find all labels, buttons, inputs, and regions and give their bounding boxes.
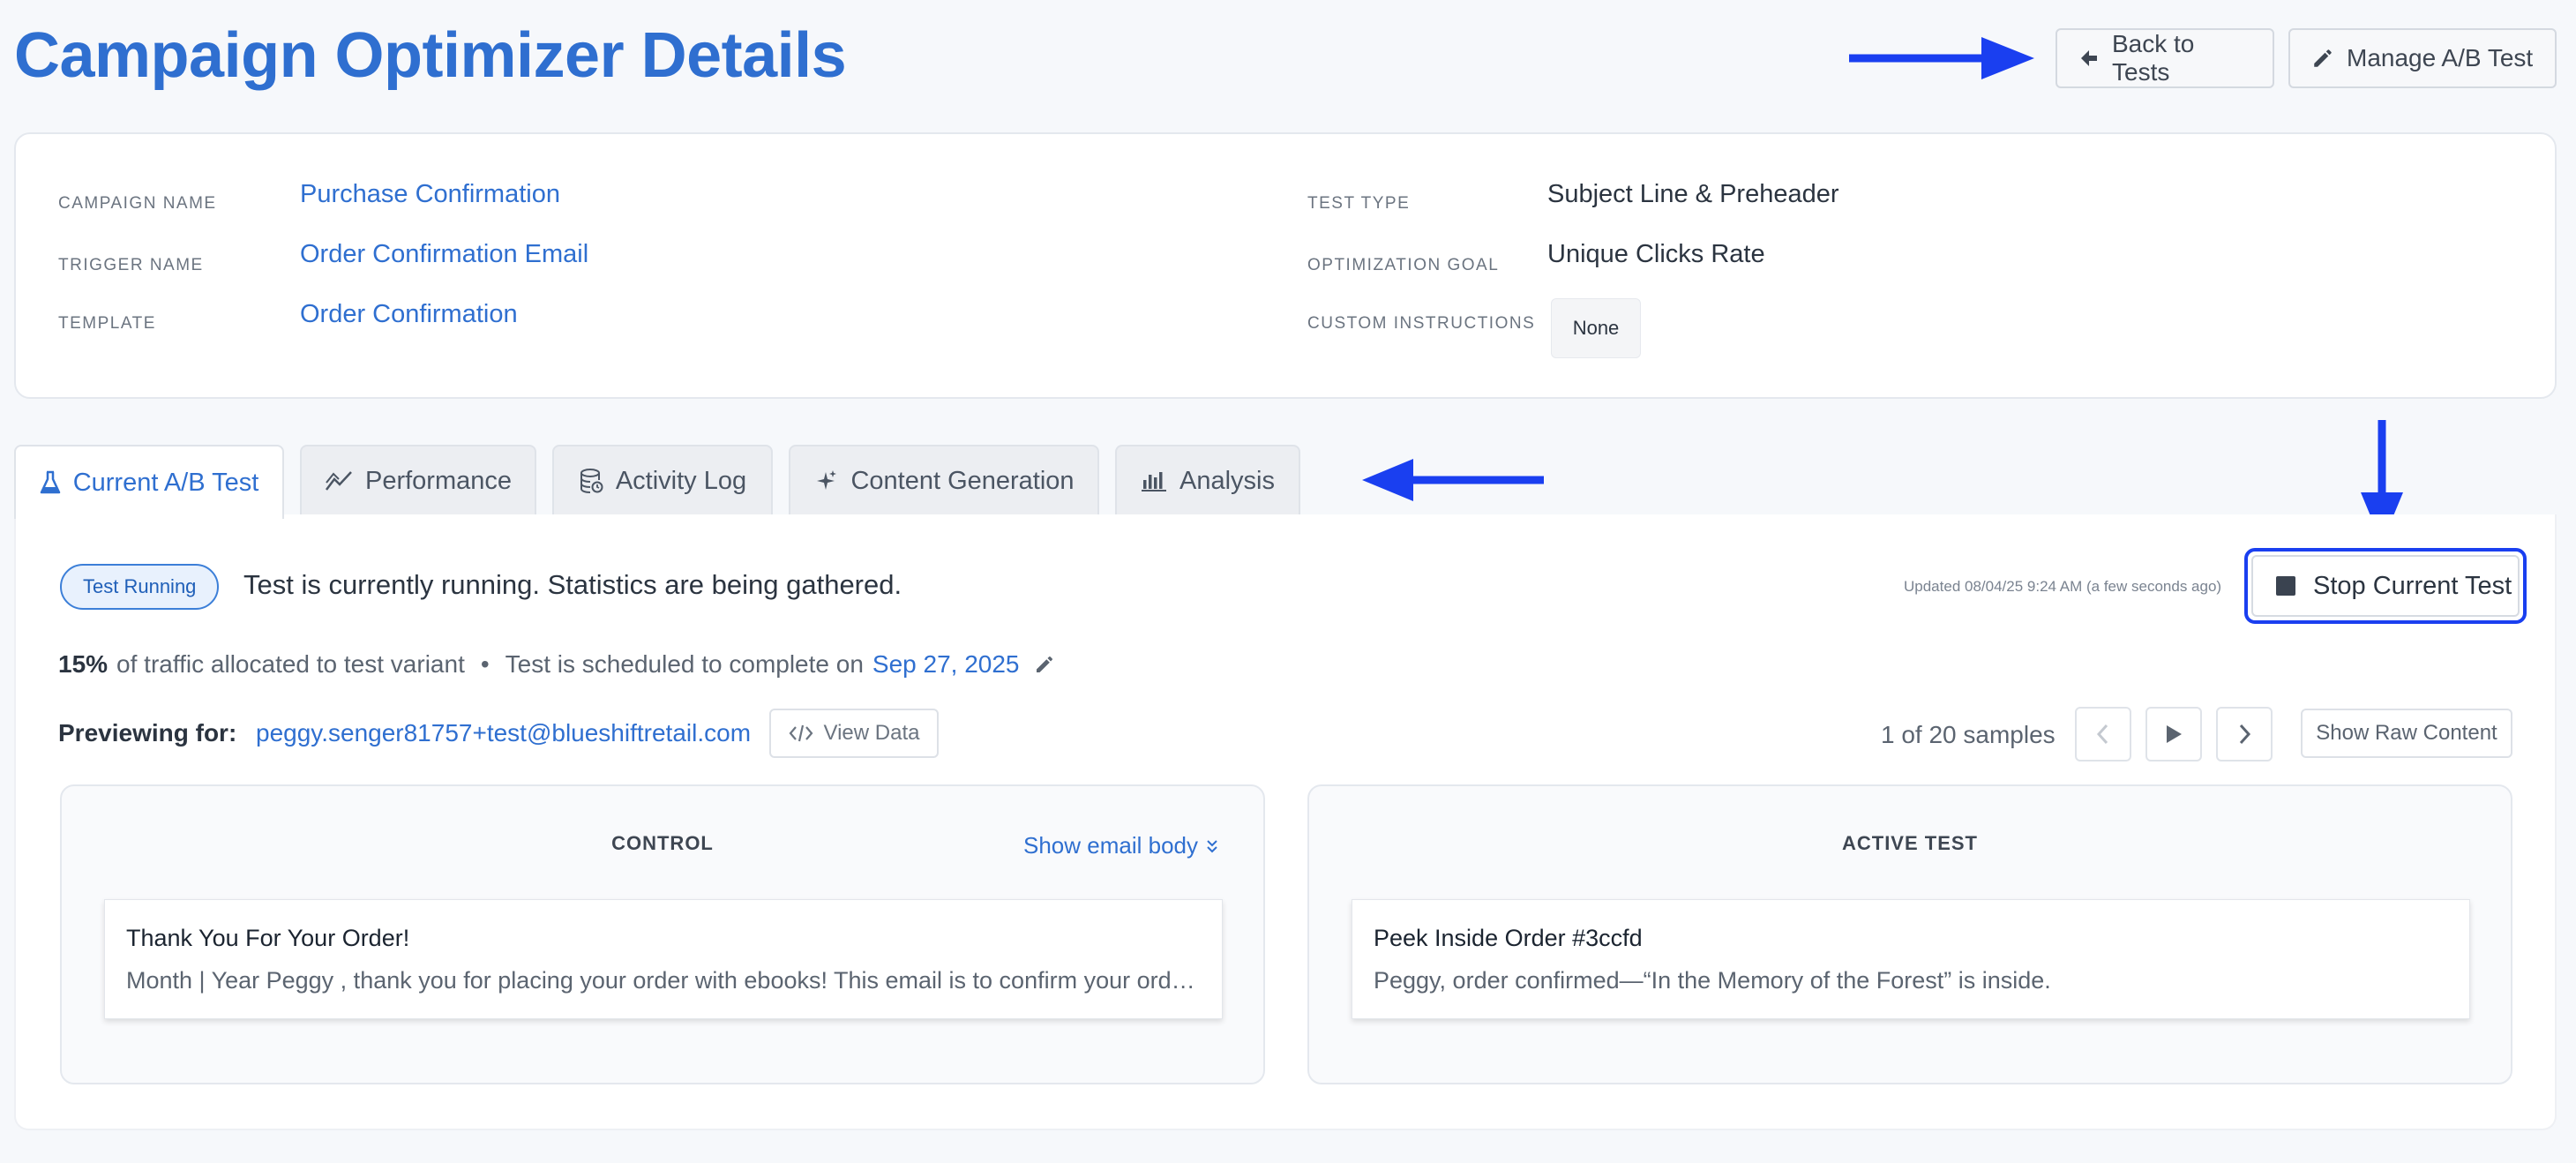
- control-card: CONTROL Show email body Thank You For Yo…: [60, 784, 1265, 1084]
- back-to-tests-button[interactable]: Back to Tests: [2056, 28, 2274, 88]
- tab-analysis[interactable]: Analysis: [1115, 445, 1300, 515]
- stop-current-test-label: Stop Current Test: [2313, 571, 2512, 600]
- previewing-for-label: Previewing for:: [58, 719, 237, 747]
- sparkle-icon: [817, 470, 837, 490]
- database-icon: [580, 469, 603, 493]
- active-test-title: ACTIVE TEST: [1841, 832, 1978, 854]
- play-samples-button[interactable]: [2145, 707, 2202, 762]
- tab-label: Performance: [364, 466, 512, 495]
- traffic-percent: 15%: [58, 650, 109, 678]
- control-email-preview: Thank You For Your Order! Month | Year P…: [104, 899, 1223, 1019]
- stop-current-test-button[interactable]: Stop Current Test: [2251, 555, 2520, 617]
- template-link[interactable]: Order Confirmation: [300, 300, 518, 329]
- back-to-tests-label: Back to Tests: [2112, 30, 2195, 86]
- template-label: TEMPLATE: [58, 314, 156, 333]
- manage-ab-test-button[interactable]: Manage A/B Test: [2288, 28, 2557, 88]
- active-test-card: ACTIVE TEST Peek Inside Order #3ccfd Peg…: [1307, 784, 2512, 1084]
- bar-chart-icon: [1142, 472, 1166, 491]
- status-message: Test is currently running. Statistics ar…: [243, 569, 902, 600]
- status-badge: Test Running: [60, 564, 220, 610]
- stop-icon: [2276, 576, 2295, 596]
- test-type-label: TEST TYPE: [1307, 194, 1411, 213]
- traffic-allocation-row: 15% of traffic allocated to test variant…: [58, 650, 1055, 679]
- tab-content-generation[interactable]: Content Generation: [789, 445, 1099, 515]
- traffic-text: of traffic allocated to test variant: [116, 650, 465, 678]
- trigger-name-link[interactable]: Order Confirmation Email: [300, 240, 588, 269]
- next-sample-button[interactable]: [2216, 707, 2273, 762]
- trigger-name-label: TRIGGER NAME: [58, 256, 204, 274]
- current-test-panel: Test Running Test is currently running. …: [14, 514, 2557, 1130]
- tab-activity-log[interactable]: Activity Log: [552, 445, 773, 515]
- show-raw-content-button[interactable]: Show Raw Content: [2301, 709, 2512, 758]
- play-icon: [2167, 725, 2182, 743]
- tab-label: Analysis: [1179, 466, 1275, 495]
- arrow-left-icon: [2081, 50, 2097, 66]
- view-data-label: View Data: [823, 721, 920, 745]
- preview-email-link[interactable]: peggy.senger81757+test@blueshiftretail.c…: [256, 719, 751, 747]
- completion-date-link[interactable]: Sep 27, 2025: [872, 650, 1020, 679]
- custom-instructions-value: None: [1551, 298, 1641, 358]
- page: Campaign Optimizer Details Back to Tests…: [0, 0, 2576, 1163]
- annotation-arrow-left-icon: [1362, 459, 1544, 501]
- trend-line-icon: [325, 471, 352, 491]
- chevron-left-icon: [2096, 724, 2108, 745]
- status-badge-label: Test Running: [83, 575, 197, 597]
- email-preheader: Month | Year Peggy , thank you for placi…: [126, 967, 1202, 994]
- manage-ab-test-label: Manage A/B Test: [2347, 44, 2534, 71]
- email-subject: Thank You For Your Order!: [126, 925, 410, 951]
- pencil-icon: [2314, 49, 2332, 67]
- test-type-value: Subject Line & Preheader: [1547, 180, 1839, 208]
- custom-instructions-text: None: [1572, 317, 1620, 339]
- samples-counter: 1 of 20 samples: [1881, 721, 2056, 748]
- chevron-right-icon: [2239, 724, 2251, 745]
- show-raw-content-label: Show Raw Content: [2316, 721, 2497, 745]
- double-chevron-down-icon: [1207, 839, 1217, 852]
- tab-current-ab-test[interactable]: Current A/B Test: [14, 445, 284, 519]
- pencil-icon[interactable]: [1034, 654, 1055, 675]
- tab-label: Content Generation: [850, 466, 1075, 495]
- optimization-goal-value: Unique Clicks Rate: [1547, 240, 1765, 268]
- view-data-button[interactable]: View Data: [769, 709, 939, 758]
- flask-icon: [40, 470, 60, 494]
- code-icon: [789, 724, 812, 742]
- campaign-name-link[interactable]: Purchase Confirmation: [300, 180, 560, 209]
- previous-sample-button[interactable]: [2075, 707, 2131, 762]
- page-title: Campaign Optimizer Details: [14, 20, 847, 91]
- custom-instructions-label: CUSTOM INSTRUCTIONS: [1307, 314, 1536, 333]
- annotation-arrow-right-icon: [1849, 37, 2034, 79]
- campaign-info-card: CAMPAIGN NAME Purchase Confirmation TRIG…: [14, 132, 2557, 399]
- updated-timestamp: Updated 08/04/25 9:24 AM (a few seconds …: [1904, 578, 2222, 595]
- show-email-body-toggle[interactable]: Show email body: [1023, 832, 1219, 859]
- schedule-text: Test is scheduled to complete on: [505, 650, 864, 678]
- show-email-body-label: Show email body: [1023, 832, 1198, 859]
- email-subject: Peek Inside Order #3ccfd: [1374, 925, 1643, 951]
- separator: •: [480, 650, 490, 678]
- email-preheader: Peggy, order confirmed—“In the Memory of…: [1374, 967, 2051, 994]
- tab-performance[interactable]: Performance: [300, 445, 536, 515]
- optimization-goal-label: OPTIMIZATION GOAL: [1307, 256, 1500, 274]
- campaign-name-label: CAMPAIGN NAME: [58, 194, 217, 213]
- active-test-email-preview: Peek Inside Order #3ccfd Peggy, order co…: [1352, 899, 2470, 1019]
- tab-label: Activity Log: [615, 466, 747, 495]
- tab-label: Current A/B Test: [72, 468, 259, 497]
